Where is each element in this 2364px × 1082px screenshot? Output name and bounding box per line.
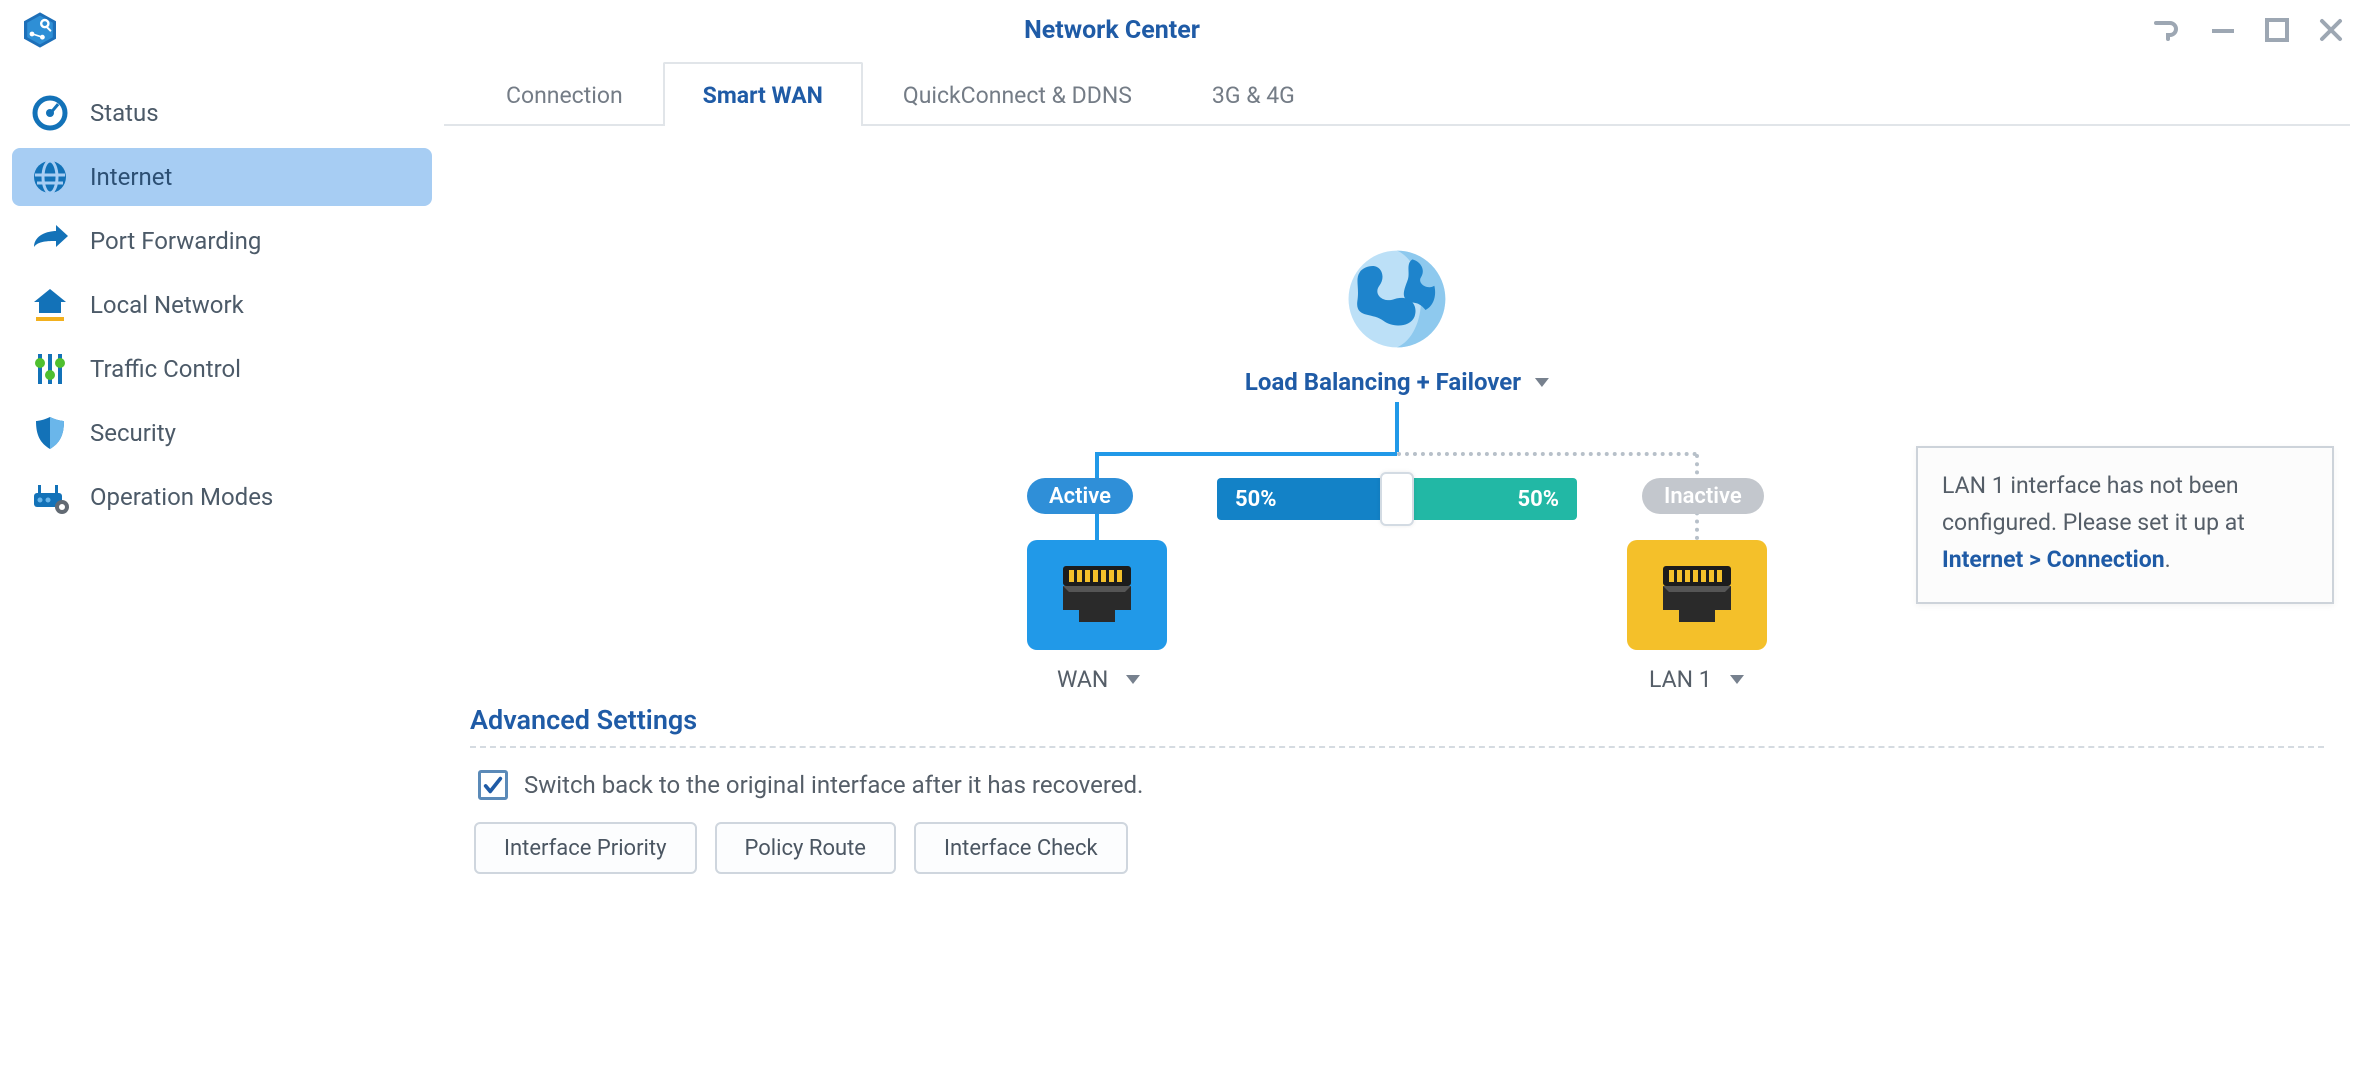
sidebar-item-operation-modes[interactable]: Operation Modes bbox=[12, 468, 432, 526]
globe-mode-block: Load Balancing + Failover bbox=[1245, 244, 1549, 396]
tab-label: QuickConnect & DDNS bbox=[903, 82, 1132, 109]
connector-line-dashed bbox=[1397, 452, 1697, 456]
interface-select-wan[interactable]: WAN bbox=[1057, 666, 1140, 693]
title-bar: Network Center bbox=[0, 0, 2364, 60]
tooltip-text: . bbox=[2165, 546, 2171, 573]
port-icon-wan bbox=[1027, 540, 1167, 650]
divider bbox=[470, 746, 2324, 748]
sidebar-item-label: Internet bbox=[90, 163, 172, 191]
slider-right: 50% bbox=[1397, 478, 1577, 520]
sidebar-item-label: Local Network bbox=[90, 291, 244, 319]
wan-mode-select[interactable]: Load Balancing + Failover bbox=[1245, 368, 1549, 396]
inactive-interface-tooltip: LAN 1 interface has not been configured.… bbox=[1916, 446, 2334, 604]
sidebar-item-status[interactable]: Status bbox=[12, 84, 432, 142]
interface-check-button[interactable]: Interface Check bbox=[914, 822, 1128, 874]
slider-left: 50% bbox=[1217, 478, 1397, 520]
port-icon-lan1 bbox=[1627, 540, 1767, 650]
failback-checkbox-row[interactable]: Switch back to the original interface af… bbox=[478, 770, 2324, 800]
shield-icon bbox=[30, 413, 70, 453]
sliders-icon bbox=[30, 349, 70, 389]
sidebar-item-label: Status bbox=[90, 99, 159, 127]
router-gear-icon bbox=[30, 477, 70, 517]
slider-handle[interactable] bbox=[1380, 472, 1414, 526]
chevron-down-icon bbox=[1535, 378, 1549, 387]
maximize-icon[interactable] bbox=[2264, 17, 2290, 43]
help-icon[interactable] bbox=[2152, 19, 2182, 41]
interface-label: LAN 1 bbox=[1649, 666, 1712, 693]
tab-bar: Connection Smart WAN QuickConnect & DDNS… bbox=[466, 60, 2350, 124]
app-icon bbox=[20, 10, 60, 50]
gauge-icon bbox=[30, 93, 70, 133]
chevron-down-icon bbox=[1126, 675, 1140, 684]
tab-label: Smart WAN bbox=[703, 82, 823, 109]
close-icon[interactable] bbox=[2318, 17, 2344, 43]
checkbox-icon[interactable] bbox=[478, 770, 508, 800]
interface-select-lan1[interactable]: LAN 1 bbox=[1649, 666, 1744, 693]
sidebar-item-traffic-control[interactable]: Traffic Control bbox=[12, 340, 432, 398]
sidebar-item-label: Security bbox=[90, 419, 176, 447]
forward-arrow-icon bbox=[30, 221, 70, 261]
tab-connection[interactable]: Connection bbox=[466, 62, 663, 126]
sidebar-item-label: Traffic Control bbox=[90, 355, 241, 383]
tab-smart-wan[interactable]: Smart WAN bbox=[663, 62, 863, 126]
chevron-down-icon bbox=[1730, 675, 1744, 684]
sidebar: Status Internet Port Forwarding Local Ne… bbox=[0, 60, 444, 1082]
window-title: Network Center bbox=[72, 16, 2152, 45]
content-area: Connection Smart WAN QuickConnect & DDNS… bbox=[444, 60, 2364, 1082]
button-label: Interface Priority bbox=[504, 836, 667, 861]
connector-line bbox=[1097, 452, 1397, 456]
sidebar-item-internet[interactable]: Internet bbox=[12, 148, 432, 206]
status-badge-active: Active bbox=[1027, 478, 1133, 514]
minimize-icon[interactable] bbox=[2210, 17, 2236, 43]
globe-icon bbox=[30, 157, 70, 197]
sidebar-item-label: Operation Modes bbox=[90, 483, 273, 511]
tooltip-text: LAN 1 interface has not been configured.… bbox=[1942, 472, 2245, 536]
sidebar-item-security[interactable]: Security bbox=[12, 404, 432, 462]
internet-globe-icon bbox=[1342, 244, 1452, 354]
sidebar-item-label: Port Forwarding bbox=[90, 227, 261, 255]
interface-priority-button[interactable]: Interface Priority bbox=[474, 822, 697, 874]
wan-mode-label: Load Balancing + Failover bbox=[1245, 368, 1521, 396]
tab-3g-4g[interactable]: 3G & 4G bbox=[1172, 62, 1335, 126]
smart-wan-diagram: Load Balancing + Failover Active Inactiv… bbox=[444, 144, 2350, 704]
checkbox-label: Switch back to the original interface af… bbox=[524, 771, 1143, 799]
tab-label: Connection bbox=[506, 82, 623, 109]
tooltip-link[interactable]: Internet > Connection bbox=[1942, 546, 2165, 573]
sidebar-item-port-forwarding[interactable]: Port Forwarding bbox=[12, 212, 432, 270]
button-label: Interface Check bbox=[944, 836, 1098, 861]
advanced-settings: Advanced Settings Switch back to the ori… bbox=[444, 704, 2350, 874]
button-label: Policy Route bbox=[745, 836, 866, 861]
slider-pct: 50% bbox=[1235, 487, 1277, 512]
section-title: Advanced Settings bbox=[470, 704, 2324, 736]
badge-text: Active bbox=[1049, 484, 1111, 509]
status-badge-inactive: Inactive bbox=[1642, 478, 1764, 514]
badge-text: Inactive bbox=[1664, 484, 1742, 509]
tab-label: 3G & 4G bbox=[1212, 82, 1295, 109]
advanced-buttons: Interface Priority Policy Route Interfac… bbox=[474, 822, 2324, 874]
policy-route-button[interactable]: Policy Route bbox=[715, 822, 896, 874]
slider-pct: 50% bbox=[1517, 487, 1559, 512]
tab-quickconnect-ddns[interactable]: QuickConnect & DDNS bbox=[863, 62, 1172, 126]
connector-line bbox=[1395, 402, 1399, 452]
interface-label: WAN bbox=[1057, 666, 1108, 693]
home-network-icon bbox=[30, 285, 70, 325]
sidebar-item-local-network[interactable]: Local Network bbox=[12, 276, 432, 334]
balance-slider[interactable]: 50% 50% bbox=[1217, 478, 1577, 520]
